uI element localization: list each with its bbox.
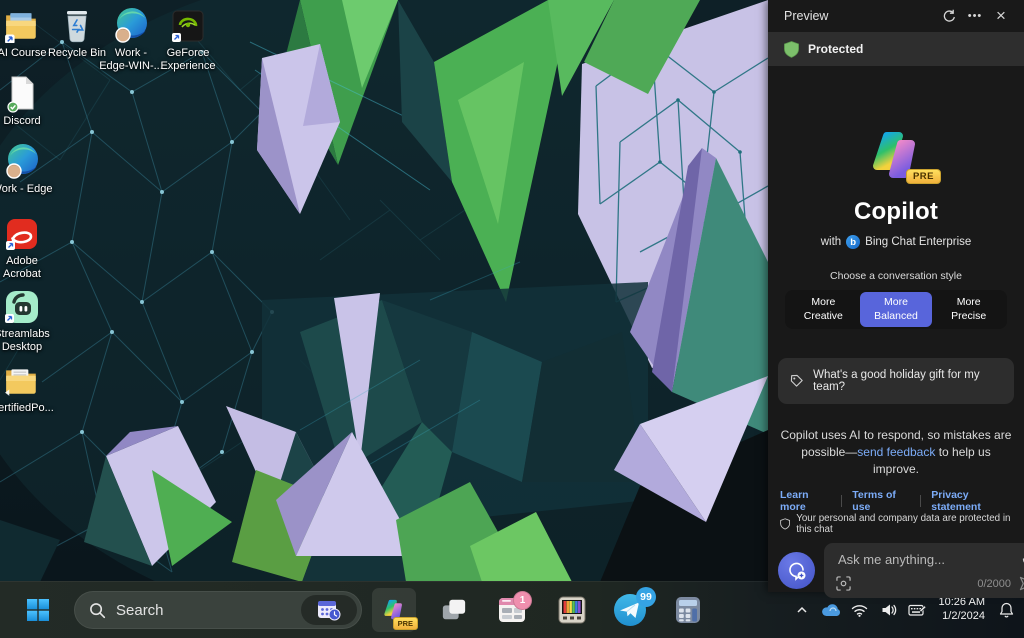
edge-browser-profile-icon <box>2 142 42 182</box>
copilot-logo: PRE <box>865 130 927 182</box>
footer-links: Learn more Terms of use Privacy statemen… <box>780 489 1012 513</box>
streamlabs-icon <box>2 287 42 327</box>
conversation-style-toggle: MoreCreative MoreBalanced MorePrecise <box>785 290 1007 329</box>
desktop-icon-label: AI Course <box>0 47 46 60</box>
desktop-icon-label: Discord <box>3 115 40 128</box>
style-prompt: Choose a conversation style <box>830 270 962 282</box>
wallpaper <box>0 0 768 582</box>
protected-banner: Protected <box>768 32 1024 66</box>
divider <box>920 495 921 507</box>
copilot-panel: Preview ••• × Protected <box>768 0 1024 592</box>
tag-icon <box>790 374 803 388</box>
windows-logo-icon <box>26 598 50 622</box>
calculator-icon <box>673 595 703 625</box>
calculator-button[interactable] <box>666 588 710 632</box>
desktop-icon-label: Work - Edge-WIN-... <box>99 47 163 73</box>
search-highlight[interactable] <box>301 595 357 625</box>
desktop: AI Course Recycle Bin <box>0 0 768 582</box>
shield-icon <box>784 41 799 58</box>
terms-link[interactable]: Terms of use <box>852 489 910 513</box>
document-icon <box>2 74 42 114</box>
send-feedback-link[interactable]: send feedback <box>857 445 935 459</box>
folder-icon <box>2 361 42 401</box>
suggestion-chip[interactable]: What's a good holiday gift for my team? <box>778 358 1014 404</box>
style-more-balanced[interactable]: MoreBalanced <box>860 292 933 327</box>
tray-date: 1/2/2024 <box>942 610 985 624</box>
chat-input-box[interactable]: 0/2000 <box>824 543 1024 598</box>
new-topic-button[interactable] <box>778 552 815 589</box>
desktop-icon-label: Streamlabs Desktop <box>0 328 54 354</box>
folder-image-icon <box>2 6 42 46</box>
search-label: Search <box>116 602 301 619</box>
privacy-link[interactable]: Privacy statement <box>931 489 1012 513</box>
screenshot-icon[interactable] <box>836 576 851 591</box>
privacy-note: Your personal and company data are prote… <box>780 513 1012 535</box>
style-more-creative[interactable]: MoreCreative <box>787 292 860 327</box>
new-topic-icon <box>787 561 807 581</box>
pre-badge-mini: PRE <box>393 617 418 630</box>
pre-badge: PRE <box>906 169 941 184</box>
chat-input[interactable] <box>836 551 1016 568</box>
refresh-icon[interactable] <box>936 4 962 28</box>
media-app-icon <box>557 595 587 625</box>
desktop-icon-certified-folder[interactable]: CertifiedPo... <box>0 361 54 415</box>
desktop-icon-label: CertifiedPo... <box>0 402 54 415</box>
style-more-precise[interactable]: MorePrecise <box>932 292 1005 327</box>
divider <box>841 495 842 507</box>
acrobat-icon <box>2 214 42 254</box>
bing-icon: b <box>846 235 860 249</box>
taskbar-copilot-button[interactable]: PRE <box>372 588 416 632</box>
desktop-icon-geforce[interactable]: GeForce Experience <box>156 6 220 73</box>
search-icon <box>89 602 106 619</box>
search-box[interactable]: Search <box>74 591 362 629</box>
calendar-clock-icon <box>316 599 342 621</box>
copilot-subtitle: with b Bing Chat Enterprise <box>821 235 972 249</box>
panel-title: Preview <box>784 9 936 23</box>
telegram-badge: 99 <box>636 587 656 607</box>
desktop-icon-label: Work - Edge <box>0 183 52 196</box>
geforce-icon <box>168 6 208 46</box>
desktop-icon-edge-win[interactable]: Work - Edge-WIN-... <box>99 6 163 73</box>
desktop-icon-discord[interactable]: Discord <box>0 74 54 128</box>
desktop-icon-label: GeForce Experience <box>156 47 220 73</box>
close-icon[interactable]: × <box>988 4 1014 28</box>
suggestion-text: What's a good holiday gift for my team? <box>813 369 1002 393</box>
desktop-icon-acrobat[interactable]: Adobe Acrobat <box>0 214 54 281</box>
learn-more-link[interactable]: Learn more <box>780 489 831 513</box>
recycle-bin-icon <box>57 6 97 46</box>
panel-header: Preview ••• × <box>768 0 1024 32</box>
chat-input-row: 0/2000 <box>778 543 1014 598</box>
desktop-icon-label: Recycle Bin <box>48 47 106 60</box>
task-view-icon <box>440 597 468 623</box>
edge-browser-profile-icon <box>111 6 151 46</box>
protected-label: Protected <box>808 42 863 56</box>
telegram-button[interactable]: 99 <box>608 588 652 632</box>
send-icon[interactable] <box>1019 576 1024 591</box>
desktop-icon-work-edge[interactable]: Work - Edge <box>0 142 54 196</box>
char-counter: 0/2000 <box>977 578 1011 590</box>
desktop-icon-label: Adobe Acrobat <box>0 255 54 281</box>
more-options-icon[interactable]: ••• <box>962 4 988 28</box>
widgets-button[interactable]: 1 <box>490 588 534 632</box>
task-view-button[interactable] <box>432 588 476 632</box>
widgets-badge: 1 <box>513 591 532 610</box>
shield-outline-icon <box>780 517 790 531</box>
desktop-icon-streamlabs[interactable]: Streamlabs Desktop <box>0 287 54 354</box>
panel-body: PRE Copilot with b Bing Chat Enterprise … <box>768 66 1024 608</box>
disclaimer: Copilot uses AI to respond, so mistakes … <box>779 427 1013 478</box>
streamlabs-obs-button[interactable] <box>550 588 594 632</box>
start-button[interactable] <box>16 588 60 632</box>
copilot-title: Copilot <box>854 198 938 226</box>
